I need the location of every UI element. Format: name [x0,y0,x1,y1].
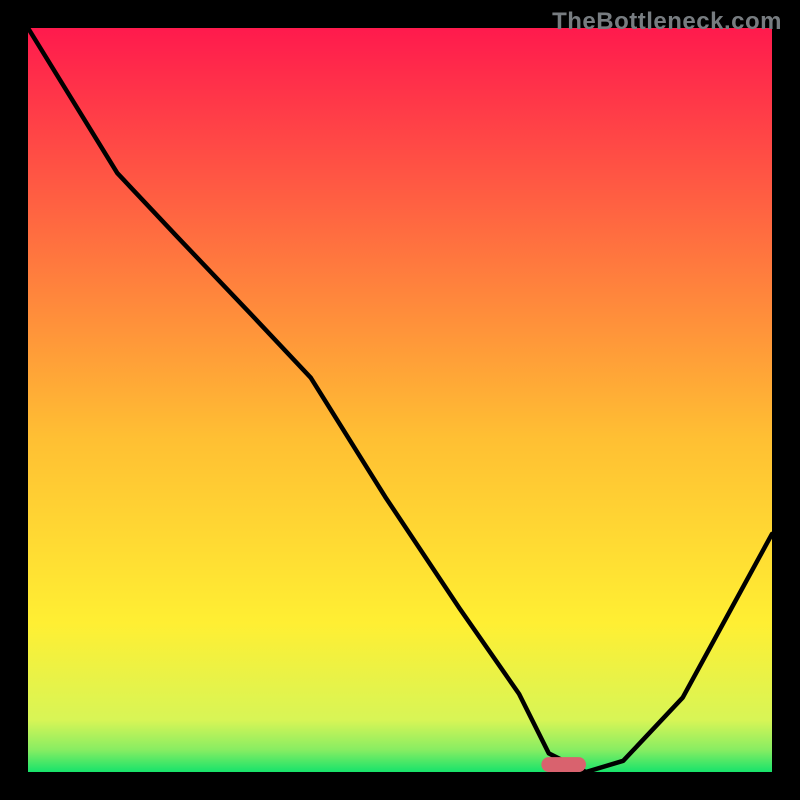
optimum-marker [541,757,586,772]
chart-gradient-background [28,28,772,772]
watermark-text: TheBottleneck.com [552,8,782,36]
chart-svg [0,0,800,800]
bottleneck-chart: TheBottleneck.com [0,0,800,800]
